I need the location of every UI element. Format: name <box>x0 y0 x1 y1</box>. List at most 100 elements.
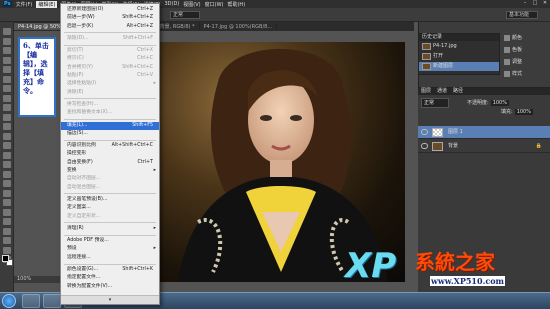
menu-item-shortcut: Ctrl+Z <box>137 7 153 12</box>
menu-item[interactable]: 后退一步(K) Alt+Ctrl+Z <box>61 23 159 31</box>
menu-item: 渐隐(D)... Shift+Ctrl+F <box>61 35 159 43</box>
tool-icon[interactable] <box>3 227 11 235</box>
tool-icon[interactable] <box>3 37 11 45</box>
menu-item-label: 转换为配置文件(V)... <box>67 283 113 289</box>
menu-item[interactable]: 颜色设置(G)... Shift+Ctrl+K <box>61 266 159 274</box>
panel-icon-button[interactable]: 颜色 <box>504 34 522 43</box>
tool-icon[interactable] <box>3 56 11 64</box>
menu-item[interactable]: 前进一步(W) Shift+Ctrl+Z <box>61 14 159 22</box>
menubar-item[interactable]: 视图(V) <box>183 1 200 8</box>
menu-separator <box>64 263 156 265</box>
layer-thumbnail <box>432 142 443 151</box>
tool-icon[interactable] <box>3 189 11 197</box>
menubar-item[interactable]: 3D(D) <box>165 1 180 7</box>
visibility-eye-icon[interactable] <box>421 143 428 149</box>
menubar-item[interactable]: 编辑(E) <box>36 0 58 8</box>
minimize-icon[interactable]: – <box>520 0 530 8</box>
menubar-item[interactable]: 帮助(H) <box>227 1 245 8</box>
menubar-item[interactable]: 文件(F) <box>16 1 33 8</box>
menu-item-label: 颜色设置(G)... <box>67 267 99 273</box>
menu-item[interactable]: 变换 ▸ <box>61 167 159 175</box>
history-item[interactable]: P4-17.jpg <box>419 42 499 51</box>
menu-item[interactable]: 操控变形 <box>61 150 159 158</box>
tool-icon[interactable] <box>3 75 11 83</box>
styles-icon <box>504 70 510 77</box>
panel-icon-label: 颜色 <box>512 35 523 41</box>
panel-icon-button[interactable]: 调整 <box>504 58 522 67</box>
watermark-url: www.XP510.com <box>430 276 506 286</box>
menu-item-label: 变换 <box>67 168 77 174</box>
layer-row[interactable]: 背景 🔒 <box>418 140 550 153</box>
document-tab[interactable]: P4-17.jpg @ 100%(RGB/8... <box>200 23 278 30</box>
layer-row[interactable]: 图层 1 <box>418 126 550 139</box>
menu-item[interactable]: 预设 ▸ <box>61 245 159 253</box>
layers-tab[interactable]: 通道 <box>437 88 447 94</box>
tool-icon[interactable] <box>3 104 11 111</box>
history-item-label: 打开 <box>433 53 444 59</box>
tool-icon[interactable] <box>3 94 11 102</box>
menu-item[interactable]: 远程连接... <box>61 254 159 262</box>
layers-tab[interactable]: 图层 <box>421 88 431 94</box>
visibility-eye-icon[interactable] <box>421 129 428 135</box>
blend-mode-select[interactable]: 正常 <box>421 98 449 108</box>
history-item[interactable]: 打开 <box>419 52 499 61</box>
submenu-arrow-icon: ▸ <box>153 225 156 231</box>
menu-item-label: 定义图案... <box>67 205 91 211</box>
close-icon[interactable]: ✕ <box>540 0 550 8</box>
tool-icon[interactable] <box>3 180 11 187</box>
opacity-value[interactable]: 100% <box>490 100 509 106</box>
layers-tab[interactable]: 路径 <box>453 88 463 94</box>
tool-icon[interactable] <box>3 85 11 92</box>
menu-scroll-arrow[interactable]: ▾ <box>61 295 159 304</box>
menu-item[interactable]: 转换为配置文件(V)... <box>61 283 159 291</box>
start-button-icon[interactable] <box>2 294 16 308</box>
menu-separator <box>64 222 156 224</box>
tool-icon[interactable] <box>3 47 11 54</box>
menu-item[interactable]: 定义画笔预设(B)... <box>61 196 159 204</box>
menu-item-label: 剪切(T) <box>67 48 84 54</box>
menu-item[interactable]: 还原新建图层(O) Ctrl+Z <box>61 6 159 14</box>
fill-value[interactable]: 100% <box>514 109 533 115</box>
menu-item[interactable]: 自由变换(F) Ctrl+T <box>61 159 159 167</box>
history-item[interactable]: 新建图层 <box>419 62 499 71</box>
tool-icon[interactable] <box>3 151 11 159</box>
watermark-logo: XP <box>345 246 397 286</box>
tool-icon[interactable] <box>3 113 11 121</box>
menu-item-label: 合并拷贝(Y) <box>67 64 93 70</box>
tool-icon[interactable] <box>3 28 11 35</box>
menu-item-label: 指定配置文件... <box>67 275 101 281</box>
explorer-icon[interactable] <box>22 294 40 308</box>
menu-item-label: 前进一步(W) <box>67 15 95 21</box>
chrome-icon[interactable] <box>43 294 61 308</box>
menu-item-shortcut: Ctrl+C <box>137 56 153 62</box>
layers-panel-tabs: 图层 通道 路径 <box>418 88 550 95</box>
menu-item[interactable]: 定义图案... <box>61 204 159 212</box>
tool-icon[interactable] <box>3 132 11 140</box>
tool-icon[interactable] <box>3 142 11 149</box>
menubar-item[interactable]: 窗口(W) <box>205 1 224 8</box>
menu-item[interactable]: 清理(R) ▸ <box>61 225 159 233</box>
maximize-icon[interactable]: □ <box>530 0 540 8</box>
tool-icon[interactable] <box>3 208 11 216</box>
tool-icon[interactable] <box>3 66 11 73</box>
foreground-color-swatch[interactable] <box>2 255 9 262</box>
menu-item[interactable]: 内容识别比例 Alt+Shift+Ctrl+C <box>61 142 159 150</box>
panel-icon-button[interactable]: 样式 <box>504 70 522 79</box>
menu-item-fill[interactable]: 填充(L)... Shift+F5 <box>61 121 159 130</box>
menu-item[interactable]: 描边(S)... <box>61 130 159 138</box>
menu-item[interactable]: Adobe PDF 预设... <box>61 237 159 245</box>
tool-icon[interactable] <box>3 237 11 244</box>
tool-icon[interactable] <box>3 218 11 225</box>
panel-icon-label: 样式 <box>512 71 523 77</box>
tool-icon[interactable] <box>3 123 11 130</box>
tool-icon[interactable] <box>3 170 11 178</box>
menu-item[interactable]: 指定配置文件... <box>61 274 159 282</box>
workspace-select[interactable]: 基本功能 <box>506 11 538 19</box>
tool-icon[interactable] <box>3 199 11 206</box>
menu-item: 拼写检查(H)... <box>61 101 159 109</box>
mode-select[interactable]: 正常 <box>170 11 200 19</box>
panel-icon-button[interactable]: 色板 <box>504 46 522 55</box>
tool-icon[interactable] <box>3 246 11 254</box>
menu-item-shortcut: Alt+Ctrl+Z <box>126 23 153 29</box>
tool-icon[interactable] <box>3 161 11 168</box>
